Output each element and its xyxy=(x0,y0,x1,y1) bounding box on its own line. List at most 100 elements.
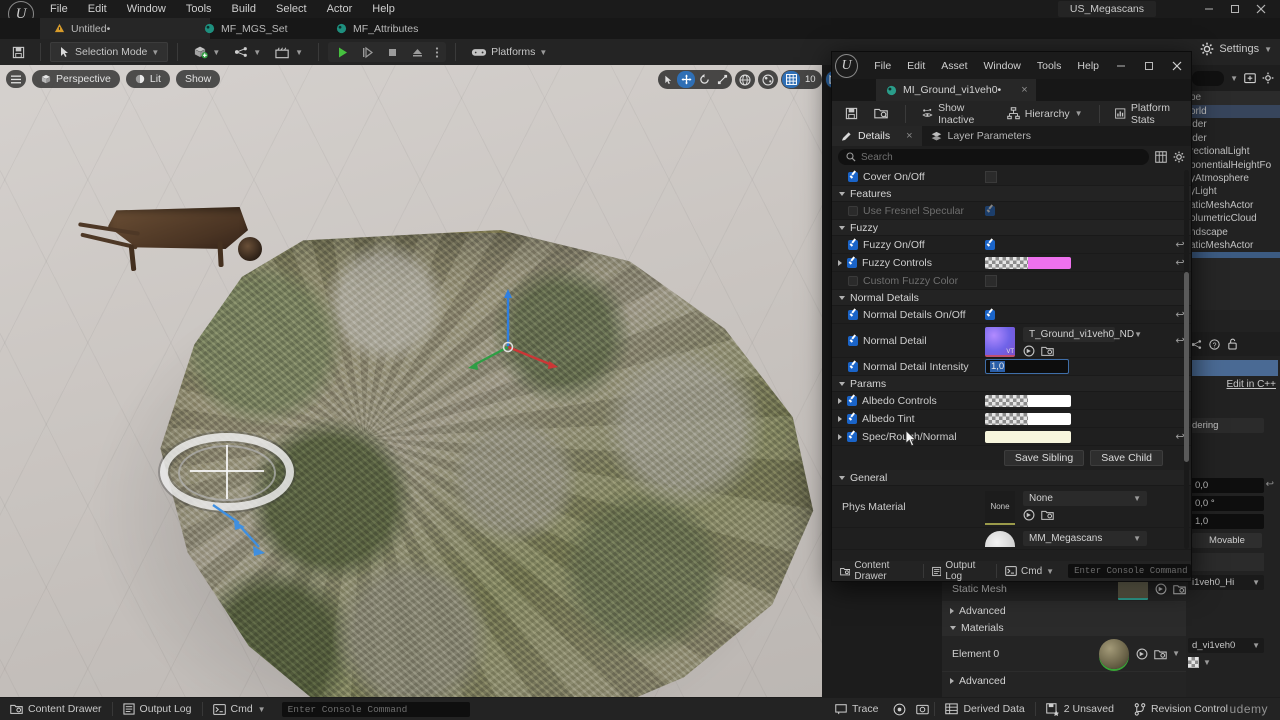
skip-button[interactable] xyxy=(356,42,379,62)
static-mesh-combo[interactable]: i1veh0_Hi ▼ xyxy=(1188,575,1264,591)
color-bar[interactable] xyxy=(985,256,1071,269)
viewport-lighting-button[interactable]: Lit xyxy=(125,70,170,88)
add-content-button[interactable]: ▼ xyxy=(187,42,226,62)
value-checkbox[interactable] xyxy=(985,309,995,320)
save-child-button[interactable]: Save Child xyxy=(1090,450,1163,466)
texture-thumbnail[interactable]: VT xyxy=(985,326,1015,357)
property-checkbox[interactable] xyxy=(848,171,858,182)
property-row[interactable]: Normal Detail VT T_Ground_vi1veh0_ND ▼ ↩ xyxy=(832,324,1191,358)
tab-layer-parameters[interactable]: Layer Parameters xyxy=(922,126,1040,146)
eject-button[interactable] xyxy=(406,42,429,62)
rotation-field[interactable]: 0,0 ° xyxy=(1188,496,1264,512)
wheelbarrow-mesh[interactable] xyxy=(78,201,278,281)
stop-button[interactable] xyxy=(381,42,404,62)
phys-material-thumbnail[interactable]: None xyxy=(985,490,1015,525)
advanced-category[interactable]: Advanced xyxy=(942,602,1186,619)
property-value[interactable] xyxy=(979,274,1169,287)
property-row[interactable]: Fuzzy On/Off ↩ xyxy=(832,236,1191,254)
property-value[interactable] xyxy=(979,430,1169,443)
minimize-icon[interactable] xyxy=(1196,0,1222,18)
me-menu-window[interactable]: Window xyxy=(976,60,1029,72)
outliner-row[interactable]: aticMeshActor xyxy=(1186,199,1280,212)
property-checkbox[interactable] xyxy=(848,309,858,320)
scale-tool-icon[interactable] xyxy=(713,71,731,88)
maximize-icon[interactable] xyxy=(1135,52,1163,79)
browse-icon[interactable] xyxy=(1136,648,1148,660)
output-log-button[interactable]: Output Log xyxy=(924,560,996,582)
search-input[interactable]: Search xyxy=(838,149,1149,165)
expand-triangle-icon[interactable] xyxy=(838,259,842,266)
chevron-down-icon[interactable]: ▼ xyxy=(1230,74,1238,83)
property-checkbox[interactable] xyxy=(847,413,857,424)
expand-triangle-icon[interactable] xyxy=(838,415,842,422)
property-row[interactable]: Albedo Tint xyxy=(832,410,1191,428)
performance-button[interactable] xyxy=(888,698,911,720)
property-value[interactable] xyxy=(979,256,1169,269)
material-instance-editor-window[interactable]: U File Edit Asset Window Tools Help MI_G… xyxy=(831,51,1192,582)
blueprints-button[interactable]: ▼ xyxy=(228,42,267,62)
intensity-input[interactable]: 1,0 xyxy=(985,359,1069,374)
save-button[interactable] xyxy=(6,42,31,62)
more-options-button[interactable] xyxy=(431,42,443,62)
close-icon[interactable]: × xyxy=(906,130,912,142)
material-swatch[interactable] xyxy=(1188,657,1199,669)
me-menu-edit[interactable]: Edit xyxy=(899,60,933,72)
parent-material-thumbnail[interactable] xyxy=(985,530,1015,547)
close-icon[interactable] xyxy=(1248,0,1274,18)
move-tool-icon[interactable] xyxy=(677,71,695,88)
unlock-icon[interactable] xyxy=(1227,338,1238,350)
phys-material-combo[interactable]: None ▼ xyxy=(1023,490,1147,506)
property-value[interactable]: None None ▼ xyxy=(979,489,1169,525)
me-menu-asset[interactable]: Asset xyxy=(933,60,975,72)
tab-mf-attributes[interactable]: MF_Attributes xyxy=(322,18,452,39)
tab-mi-ground[interactable]: MI_Ground_vi1veh0• × xyxy=(876,79,1036,101)
browse-icon[interactable] xyxy=(1155,583,1167,595)
browse-icon[interactable] xyxy=(1023,345,1035,357)
property-value[interactable] xyxy=(979,205,1169,216)
outliner-row[interactable]: yAtmosphere xyxy=(1186,172,1280,185)
material-combo[interactable]: d_vi1veh0 ▼ xyxy=(1188,638,1264,654)
tab-untitled-level[interactable]: Untitled• xyxy=(40,18,210,39)
color-bar[interactable] xyxy=(985,430,1071,443)
rotate-tool-icon[interactable] xyxy=(695,71,713,88)
details-selected-actor[interactable] xyxy=(1188,360,1278,377)
world-space-icon[interactable] xyxy=(736,71,754,88)
grid-snap-value[interactable]: 10 xyxy=(800,74,821,85)
browse-to-asset-icon[interactable] xyxy=(1041,345,1054,357)
help-icon[interactable]: ? xyxy=(1209,339,1220,350)
hierarchy-button[interactable]: Hierarchy ▼ xyxy=(1000,104,1090,124)
outliner-search-input[interactable] xyxy=(1192,70,1225,86)
advanced-category-2[interactable]: Advanced xyxy=(942,672,1186,689)
properties-scrollbar-thumb[interactable] xyxy=(1184,272,1189,462)
maximize-icon[interactable] xyxy=(1222,0,1248,18)
menu-build[interactable]: Build xyxy=(222,0,266,18)
property-row[interactable]: Albedo Controls xyxy=(832,392,1191,410)
category-fuzzy[interactable]: Fuzzy xyxy=(832,220,1191,236)
color-bar[interactable] xyxy=(985,394,1071,407)
console-command-input[interactable]: Enter Console Command xyxy=(1068,564,1191,578)
show-inactive-button[interactable]: Show Inactive xyxy=(915,102,998,126)
save-sibling-button[interactable]: Save Sibling xyxy=(1003,450,1085,466)
tab-details[interactable]: Details × xyxy=(832,126,922,146)
property-value[interactable] xyxy=(979,412,1169,425)
category-normal-details[interactable]: Normal Details xyxy=(832,290,1191,306)
derived-data-button[interactable]: Derived Data xyxy=(935,698,1034,720)
parent-material-combo[interactable]: MM_Megascans ▼ xyxy=(1023,531,1147,546)
property-row[interactable]: Cover On/Off xyxy=(832,168,1191,186)
add-folder-icon[interactable] xyxy=(1244,72,1256,84)
settings-button[interactable]: Settings ▼ xyxy=(1200,42,1272,56)
menu-select[interactable]: Select xyxy=(266,0,317,18)
menu-window[interactable]: Window xyxy=(117,0,176,18)
tab-mf-mgs-set[interactable]: MF_MGS_Set xyxy=(190,18,320,39)
console-command-input[interactable]: Enter Console Command xyxy=(281,701,470,717)
property-row[interactable]: MM_Megascans ▼ xyxy=(832,528,1191,550)
content-drawer-button[interactable]: Content Drawer xyxy=(0,698,112,720)
scale-field[interactable]: 1,0 xyxy=(1188,514,1264,530)
browse-to-asset-button[interactable] xyxy=(867,104,896,124)
viewport-show-button[interactable]: Show xyxy=(175,70,221,88)
property-value[interactable] xyxy=(979,309,1169,320)
grid-snap-icon[interactable] xyxy=(782,71,800,88)
material-properties-list[interactable]: Cover On/Off Features Use Fresnel Specul… xyxy=(832,168,1191,551)
color-bar[interactable] xyxy=(985,412,1071,425)
trace-button[interactable]: Trace xyxy=(825,698,888,720)
